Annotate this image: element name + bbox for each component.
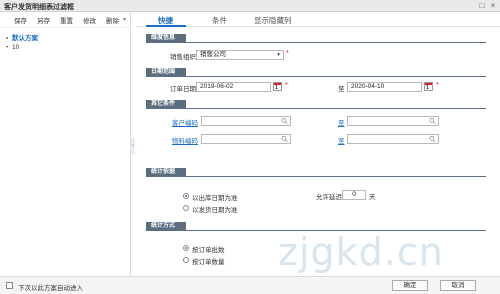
to-label: 至 xyxy=(338,120,345,127)
sales-org-select[interactable]: 销售公司 ▼ xyxy=(196,50,284,60)
scheme-label: 10 xyxy=(12,44,20,51)
tab-conditions[interactable]: 条件 xyxy=(212,15,227,26)
auto-apply-label: 下次以此方案自动进入 xyxy=(18,285,83,292)
to-label: 至 xyxy=(338,86,345,93)
sales-org-value: 销售公司 xyxy=(200,51,226,58)
customer-code-to-input[interactable] xyxy=(347,116,439,126)
allow-delay-value: 0 xyxy=(352,191,356,198)
order-date-to-value: 2020-04-10 xyxy=(351,83,385,90)
footer-bar: 下次以此方案自动进入 确定 取消 xyxy=(0,276,500,294)
allow-delay-input[interactable]: 0 xyxy=(342,190,366,200)
required-mark: * xyxy=(286,50,289,57)
edit-button[interactable]: 修改 xyxy=(83,15,96,25)
section-divider xyxy=(146,176,486,177)
order-date-to-input[interactable]: 2020-04-10 xyxy=(347,82,422,92)
radio-by-order-count[interactable] xyxy=(183,245,189,251)
ok-button[interactable]: 确定 xyxy=(392,280,428,291)
search-icon[interactable] xyxy=(429,135,436,143)
scheme-label: 默认方案 xyxy=(12,35,38,42)
radio-label: 按订单批数 xyxy=(192,247,225,254)
save-as-button[interactable]: 另存 xyxy=(37,15,50,25)
section-divider xyxy=(146,42,486,43)
chevron-down-icon[interactable]: ▼ xyxy=(276,51,281,59)
radio-label: 按订单数量 xyxy=(192,259,225,266)
material-code-to-input[interactable] xyxy=(347,134,439,144)
sales-org-label: 销售组织 xyxy=(170,54,196,61)
watermark-text: zjgkd.cn xyxy=(278,230,444,274)
scheme-item-10[interactable]: • 10 xyxy=(6,44,19,51)
scheme-item-default[interactable]: • 默认方案 xyxy=(6,32,38,42)
required-mark: * xyxy=(285,82,288,89)
tab-show-hide-columns[interactable]: 显示隐藏列 xyxy=(254,15,292,26)
section-divider xyxy=(146,108,486,109)
title-bar: 客户发货明细表过滤框 □ × xyxy=(0,0,500,12)
active-tab-indicator xyxy=(146,25,186,27)
scheme-sidebar: 保存 另存 重置 修改 删除 ▾ • 默认方案 • 10 xyxy=(0,12,131,276)
calendar-icon[interactable]: 1 xyxy=(424,82,433,91)
scheme-toolbar: 保存 另存 重置 修改 删除 ▾ xyxy=(0,12,130,28)
order-date-from-input[interactable]: 2019-06-02 xyxy=(196,82,271,92)
days-label: 天 xyxy=(369,194,376,201)
radio-by-order-qty[interactable] xyxy=(183,257,189,263)
order-date-from-value: 2019-06-02 xyxy=(200,83,234,90)
close-icon[interactable]: × xyxy=(489,2,497,10)
maximize-icon[interactable]: □ xyxy=(478,2,486,10)
material-code-from-input[interactable] xyxy=(201,134,291,144)
section-divider xyxy=(146,76,486,77)
radio-by-shipping-date[interactable] xyxy=(183,193,189,199)
customer-code-from-input[interactable] xyxy=(201,116,291,126)
tab-bar: 快捷 条件 显示隐藏列 xyxy=(136,12,500,27)
calendar-icon[interactable]: 1 xyxy=(273,82,282,91)
customer-code-link[interactable]: 客户编码 xyxy=(172,117,198,127)
chevron-down-icon[interactable]: ▾ xyxy=(123,16,126,23)
delete-button[interactable]: 删除 xyxy=(106,15,119,25)
radio-label: 以出库日期为准 xyxy=(192,195,238,202)
reset-button[interactable]: 重置 xyxy=(60,15,73,25)
radio-by-invoice-date[interactable] xyxy=(183,205,189,211)
to-label: 至 xyxy=(338,138,345,145)
order-date-label: 订单日期 xyxy=(170,86,196,93)
window-title: 客户发货明细表过滤框 xyxy=(4,4,74,11)
search-icon[interactable] xyxy=(281,117,288,125)
auto-apply-checkbox[interactable] xyxy=(6,282,13,289)
required-mark: * xyxy=(436,82,439,89)
collapse-sidebar-handle[interactable]: ‹ xyxy=(131,138,135,154)
cancel-button[interactable]: 取消 xyxy=(440,280,476,291)
save-button[interactable]: 保存 xyxy=(14,15,27,25)
allow-delay-label: 允许延迟 xyxy=(316,194,342,201)
material-code-link[interactable]: 物料编码 xyxy=(172,135,198,145)
search-icon[interactable] xyxy=(429,117,436,125)
search-icon[interactable] xyxy=(281,135,288,143)
radio-label: 以发货日期为准 xyxy=(192,207,238,214)
